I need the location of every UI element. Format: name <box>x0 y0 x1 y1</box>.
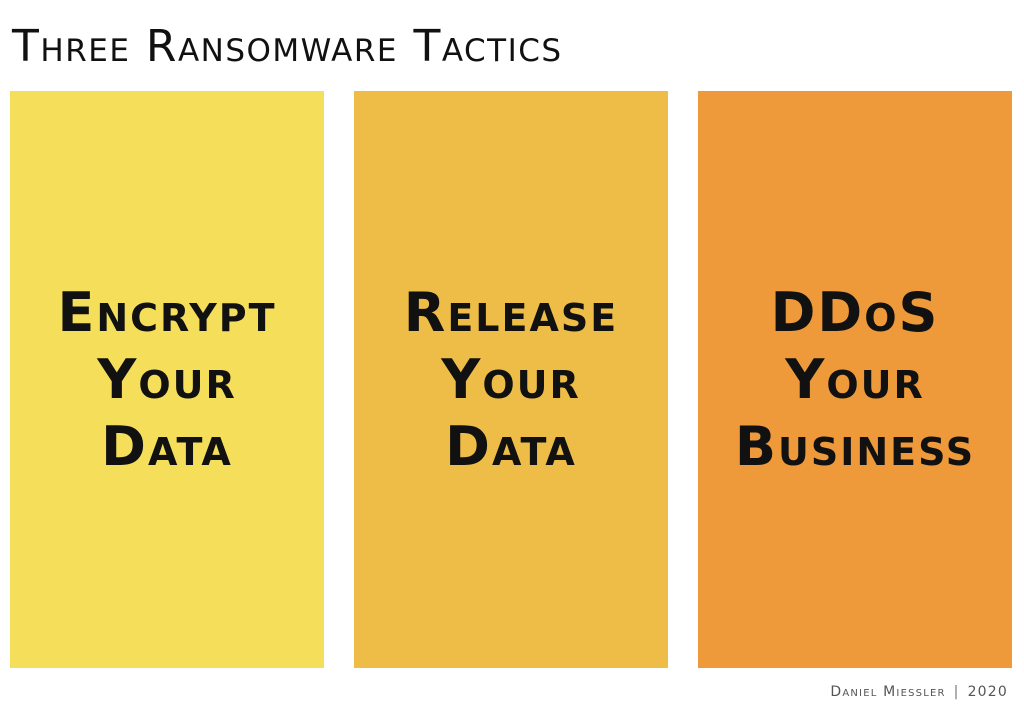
tactic-line: Your <box>97 348 237 411</box>
tactic-line: Data <box>101 415 233 478</box>
tactic-panel-release: Release Your Data <box>354 91 668 668</box>
credit-separator: | <box>953 684 960 700</box>
tactic-line: Release <box>403 281 619 344</box>
tactic-line: Your <box>785 348 925 411</box>
tactic-panel-encrypt: Encrypt Your Data <box>10 91 324 668</box>
tactics-row: Encrypt Your Data Release Your Data DDoS… <box>10 91 1012 668</box>
tactic-line: DDoS <box>770 281 940 344</box>
diagram-title: Three Ransomware Tactics <box>12 21 563 72</box>
credit-author: Daniel Miessler <box>830 684 946 700</box>
credit-year: 2020 <box>967 684 1008 700</box>
tactic-panel-ddos: DDoS Your Business <box>698 91 1012 668</box>
tactic-line: Encrypt <box>57 281 277 344</box>
tactic-line: Business <box>734 415 976 478</box>
credit-line: Daniel Miessler | 2020 <box>830 682 1008 702</box>
tactic-line: Your <box>441 348 581 411</box>
tactic-line: Data <box>445 415 577 478</box>
